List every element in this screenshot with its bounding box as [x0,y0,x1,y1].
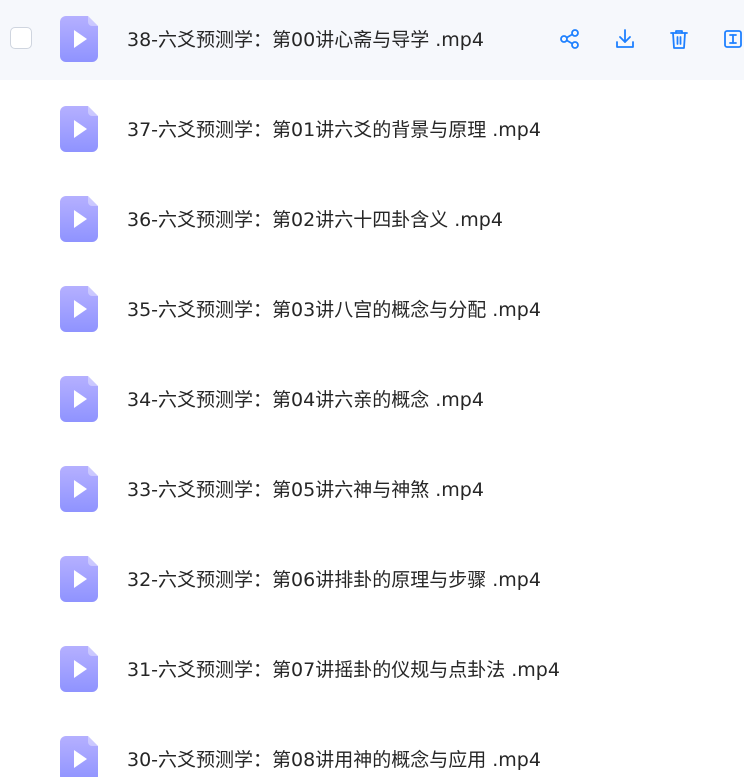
file-row[interactable]: 33-六爻预测学：第05讲六神与神煞 .mp4 [0,450,744,530]
video-file-icon [60,646,98,692]
share-icon[interactable] [559,28,581,50]
download-icon[interactable] [614,28,636,50]
file-row[interactable]: 38-六爻预测学：第00讲心斋与导学 .mp4 [0,0,744,80]
file-row[interactable]: 30-六爻预测学：第08讲用神的概念与应用 .mp4 [0,720,744,777]
file-row[interactable]: 37-六爻预测学：第01讲六爻的背景与原理 .mp4 [0,90,744,170]
rename-icon[interactable] [722,28,744,50]
video-file-icon [60,556,98,602]
file-row[interactable]: 35-六爻预测学：第03讲八宫的概念与分配 .mp4 [0,270,744,350]
file-row[interactable]: 32-六爻预测学：第06讲排卦的原理与步骤 .mp4 [0,540,744,620]
file-name[interactable]: 30-六爻预测学：第08讲用神的概念与应用 .mp4 [127,748,541,772]
file-name[interactable]: 33-六爻预测学：第05讲六神与神煞 .mp4 [127,478,484,502]
video-file-icon [60,196,98,242]
file-row[interactable]: 31-六爻预测学：第07讲摇卦的仪规与点卦法 .mp4 [0,630,744,710]
file-name[interactable]: 37-六爻预测学：第01讲六爻的背景与原理 .mp4 [127,118,541,142]
file-list: 38-六爻预测学：第00讲心斋与导学 .mp4 37-六爻预测学：第01讲六爻的… [0,0,744,777]
file-name[interactable]: 32-六爻预测学：第06讲排卦的原理与步骤 .mp4 [127,568,541,592]
delete-icon[interactable] [668,28,690,50]
video-file-icon [60,286,98,332]
video-file-icon [60,376,98,422]
file-name[interactable]: 35-六爻预测学：第03讲八宫的概念与分配 .mp4 [127,298,541,322]
video-file-icon [60,736,98,777]
file-name[interactable]: 38-六爻预测学：第00讲心斋与导学 .mp4 [127,28,484,52]
file-row[interactable]: 36-六爻预测学：第02讲六十四卦含义 .mp4 [0,180,744,260]
video-file-icon [60,466,98,512]
file-name[interactable]: 36-六爻预测学：第02讲六十四卦含义 .mp4 [127,208,503,232]
video-file-icon [60,16,98,62]
file-row[interactable]: 34-六爻预测学：第04讲六亲的概念 .mp4 [0,360,744,440]
row-checkbox[interactable] [10,27,32,49]
file-name[interactable]: 34-六爻预测学：第04讲六亲的概念 .mp4 [127,388,484,412]
file-name[interactable]: 31-六爻预测学：第07讲摇卦的仪规与点卦法 .mp4 [127,658,560,682]
video-file-icon [60,106,98,152]
